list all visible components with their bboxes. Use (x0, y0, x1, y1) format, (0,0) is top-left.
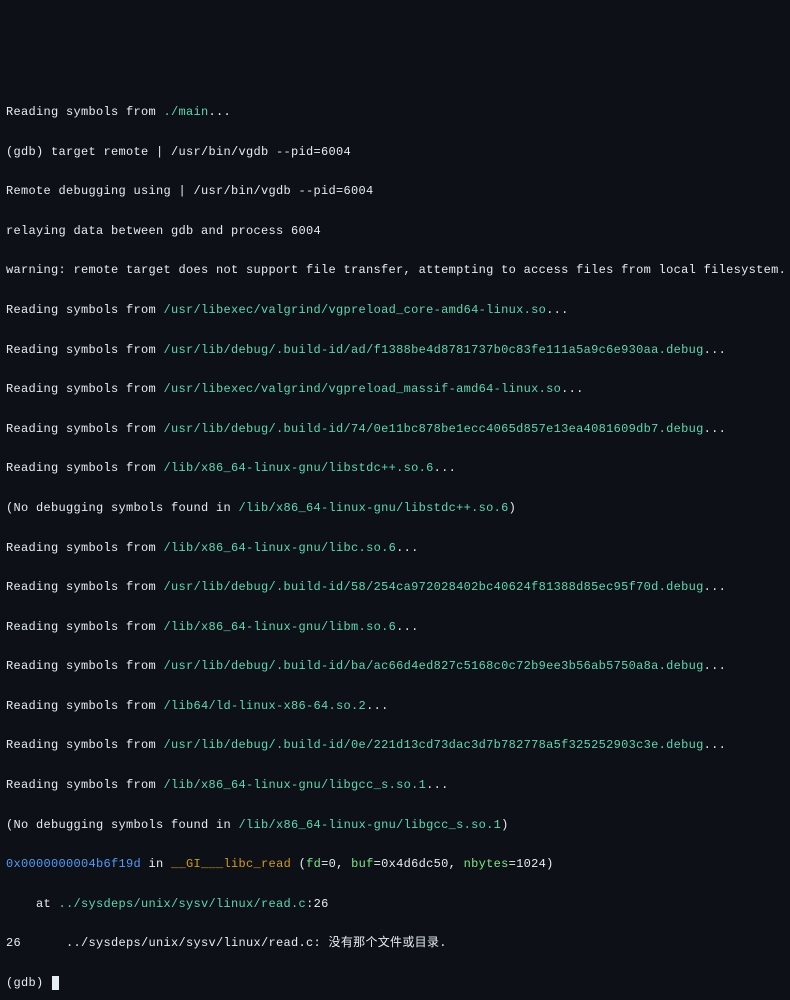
error-line: 26 ../sysdeps/unix/sysv/linux/read.c: 没有… (6, 934, 784, 954)
stack-frame-line: 0x0000000004b6f19d in __GI___libc_read (… (6, 855, 784, 875)
output-line: (No debugging symbols found in /lib/x86_… (6, 499, 784, 519)
output-line: Remote debugging using | /usr/bin/vgdb -… (6, 182, 784, 202)
output-line: Reading symbols from /usr/lib/debug/.bui… (6, 578, 784, 598)
output-line: Reading symbols from /usr/libexec/valgri… (6, 301, 784, 321)
output-line: Reading symbols from /usr/lib/debug/.bui… (6, 341, 784, 361)
output-line: Reading symbols from /usr/lib/debug/.bui… (6, 736, 784, 756)
cursor-icon (52, 976, 59, 990)
output-line: Reading symbols from /lib64/ld-linux-x86… (6, 697, 784, 717)
output-line: relaying data between gdb and process 60… (6, 222, 784, 242)
gdb-command-line: (gdb) target remote | /usr/bin/vgdb --pi… (6, 143, 784, 163)
output-line: Reading symbols from /lib/x86_64-linux-g… (6, 776, 784, 796)
output-line: Reading symbols from /usr/lib/debug/.bui… (6, 420, 784, 440)
warning-line: warning: remote target does not support … (6, 261, 784, 281)
output-line: Reading symbols from /lib/x86_64-linux-g… (6, 618, 784, 638)
gdb-prompt-line[interactable]: (gdb) (6, 974, 784, 994)
source-location-line: at ../sysdeps/unix/sysv/linux/read.c:26 (6, 895, 784, 915)
output-line: Reading symbols from /usr/lib/debug/.bui… (6, 657, 784, 677)
output-line: (No debugging symbols found in /lib/x86_… (6, 816, 784, 836)
output-line: Reading symbols from /lib/x86_64-linux-g… (6, 539, 784, 559)
output-line: Reading symbols from ./main... (6, 103, 784, 123)
output-line: Reading symbols from /usr/libexec/valgri… (6, 380, 784, 400)
terminal-output[interactable]: Reading symbols from ./main... (gdb) tar… (6, 83, 784, 1000)
output-line: Reading symbols from /lib/x86_64-linux-g… (6, 459, 784, 479)
